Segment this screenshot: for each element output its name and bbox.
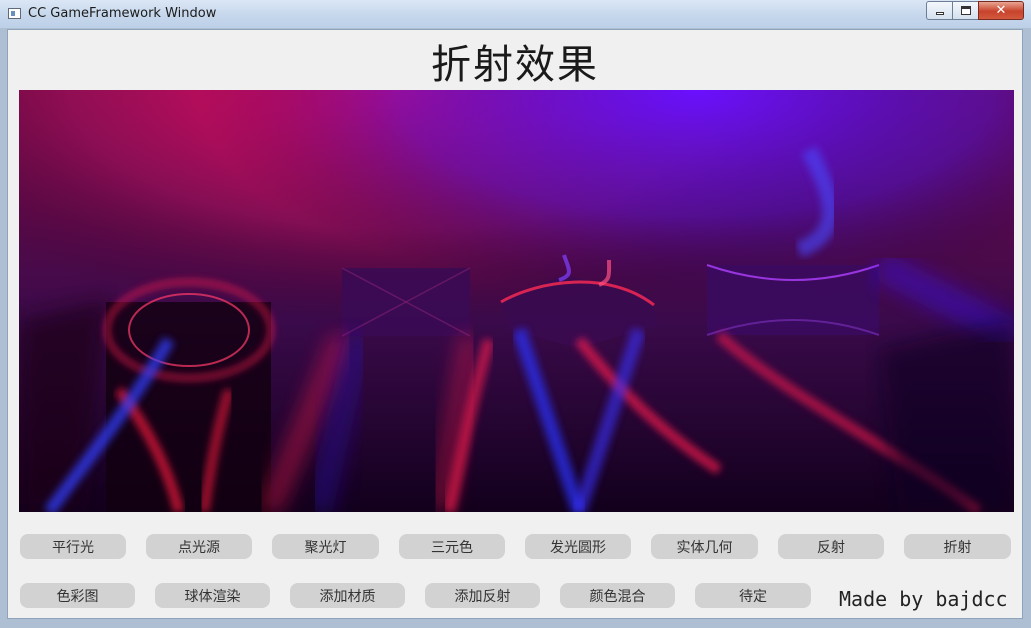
signature-text: Made by bajdcc <box>839 587 1008 611</box>
button-spotlight[interactable]: 聚光灯 <box>272 534 379 559</box>
button-color-map[interactable]: 色彩图 <box>20 583 135 608</box>
minimize-icon <box>935 12 944 15</box>
maximize-button[interactable] <box>952 1 978 20</box>
render-canvas <box>19 90 1014 512</box>
window-controls: ✕ <box>926 1 1024 20</box>
page-title: 折射效果 <box>431 42 599 88</box>
close-icon: ✕ <box>995 3 1007 18</box>
close-button[interactable]: ✕ <box>978 1 1024 20</box>
button-sphere-render[interactable]: 球体渲染 <box>155 583 270 608</box>
button-add-reflection[interactable]: 添加反射 <box>425 583 540 608</box>
button-solid-geometry[interactable]: 实体几何 <box>651 534 758 559</box>
button-reflection[interactable]: 反射 <box>778 534 884 559</box>
button-parallel-light[interactable]: 平行光 <box>20 534 126 559</box>
window-titlebar[interactable]: CC GameFramework Window ✕ <box>0 0 1031 28</box>
button-three-colors[interactable]: 三元色 <box>399 534 505 559</box>
button-pending[interactable]: 待定 <box>695 583 811 608</box>
button-glowing-circle[interactable]: 发光圆形 <box>525 534 631 559</box>
minimize-button[interactable] <box>926 1 952 20</box>
button-add-material[interactable]: 添加材质 <box>290 583 405 608</box>
button-color-mix[interactable]: 颜色混合 <box>560 583 675 608</box>
window-title: CC GameFramework Window <box>28 6 217 21</box>
button-point-light[interactable]: 点光源 <box>146 534 252 559</box>
button-refraction[interactable]: 折射 <box>904 534 1011 559</box>
app-icon <box>8 8 21 19</box>
maximize-icon <box>960 6 971 15</box>
client-area: 折射效果 平行光 点光源 聚光灯 三元色 发光圆形 实体几何 反射 折射 色彩图… <box>7 29 1023 619</box>
refraction-render <box>19 90 1014 512</box>
